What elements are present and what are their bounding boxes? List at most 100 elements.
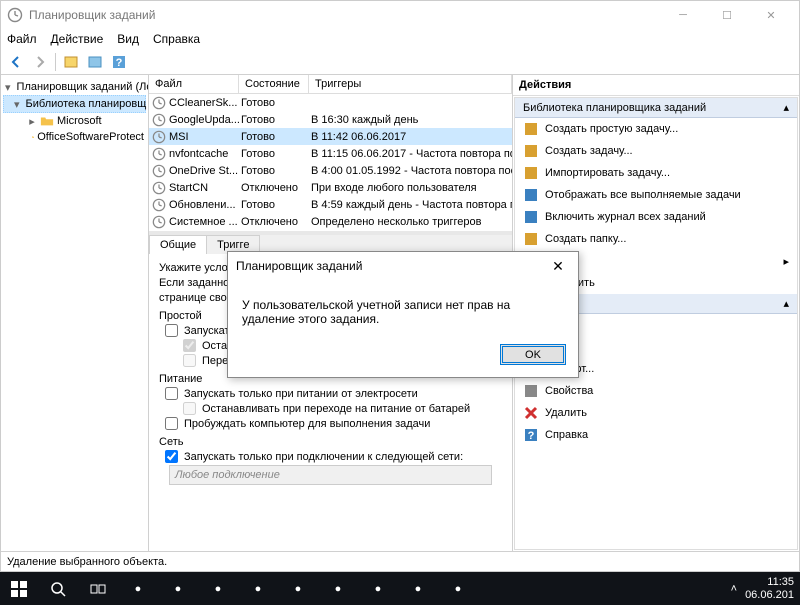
collapse-icon[interactable]: ▴ bbox=[783, 297, 789, 310]
chk-net-only[interactable] bbox=[165, 450, 178, 463]
task-row[interactable]: StartCNОтключеноПри входе любого пользов… bbox=[149, 179, 512, 196]
task-name: Обновлени... bbox=[169, 199, 241, 211]
tray-chevron-icon[interactable]: ˄ bbox=[731, 583, 737, 595]
toolbar: ? bbox=[1, 49, 799, 75]
tree-library[interactable]: ▾ Библиотека планировщ bbox=[3, 95, 146, 113]
menu-file[interactable]: Файл bbox=[7, 32, 37, 46]
svg-text:?: ? bbox=[528, 430, 535, 442]
task-row[interactable]: CCleanerSk...Готово bbox=[149, 94, 512, 111]
task-rows: CCleanerSk...ГотовоGoogleUpda...ГотовоВ … bbox=[149, 94, 512, 231]
tree-library-label: Библиотека планировщ bbox=[26, 98, 147, 110]
taskbar[interactable]: ● ● ● ● ● ● ● ● ● ˄ 11:35 06.06.201 bbox=[0, 572, 800, 605]
task-state: Готово bbox=[241, 199, 311, 211]
action-item[interactable]: Создать задачу... bbox=[515, 140, 797, 162]
task-state: Готово bbox=[241, 131, 311, 143]
action-icon bbox=[523, 231, 539, 247]
task-name: nvfontcache bbox=[169, 148, 241, 160]
close-button[interactable]: ✕ bbox=[749, 1, 793, 29]
taskbar-app[interactable]: ● bbox=[158, 572, 198, 605]
action-item[interactable]: ? Справка bbox=[515, 424, 797, 446]
action-icon bbox=[523, 405, 539, 421]
task-name: GoogleUpda... bbox=[169, 114, 241, 126]
status-text: Удаление выбранного объекта. bbox=[7, 556, 167, 568]
menu-help[interactable]: Справка bbox=[153, 32, 200, 46]
chevron-right-icon: ▸ bbox=[783, 255, 789, 268]
ok-button[interactable]: OK bbox=[500, 344, 566, 365]
col-triggers[interactable]: Триггеры bbox=[309, 75, 512, 93]
folder-icon bbox=[32, 130, 34, 144]
task-row[interactable]: Обновлени...ГотовоВ 4:59 каждый день - Ч… bbox=[149, 196, 512, 213]
action-label: Создать простую задачу... bbox=[545, 123, 678, 135]
action-icon bbox=[523, 143, 539, 159]
system-tray[interactable]: ˄ 11:35 06.06.201 bbox=[731, 576, 800, 600]
taskbar-app[interactable]: ● bbox=[398, 572, 438, 605]
col-state[interactable]: Состояние bbox=[239, 75, 309, 93]
task-row[interactable]: nvfontcacheГотовоВ 11:15 06.06.2017 - Ча… bbox=[149, 145, 512, 162]
clock-time: 11:35 bbox=[745, 576, 794, 588]
menu-view[interactable]: Вид bbox=[117, 32, 139, 46]
start-button[interactable] bbox=[0, 572, 38, 605]
tree-panel[interactable]: ▾ Планировщик заданий (Лок ▾ Библиотека … bbox=[1, 75, 149, 551]
action-label: Включить журнал всех заданий bbox=[545, 211, 706, 223]
task-row[interactable]: GoogleUpda...ГотовоВ 16:30 каждый день bbox=[149, 111, 512, 128]
dialog-close-button[interactable]: ✕ bbox=[546, 256, 570, 276]
net-label: Сеть bbox=[159, 436, 502, 448]
task-trigger: Определено несколько триггеров bbox=[311, 216, 512, 228]
task-trigger: В 4:59 каждый день - Частота повтора пос… bbox=[311, 199, 512, 211]
col-file[interactable]: Файл bbox=[149, 75, 239, 93]
help-button[interactable]: ? bbox=[108, 51, 130, 73]
statusbar: Удаление выбранного объекта. bbox=[1, 551, 799, 571]
action-item[interactable]: Включить журнал всех заданий bbox=[515, 206, 797, 228]
action-item[interactable]: Удалить bbox=[515, 402, 797, 424]
taskview-icon[interactable] bbox=[78, 572, 118, 605]
action-label: Справка bbox=[545, 429, 588, 441]
task-row[interactable]: Системное ...ОтключеноОпределено несколь… bbox=[149, 213, 512, 230]
action-item[interactable]: Отображать все выполняемые задачи bbox=[515, 184, 797, 206]
tb-icon-2[interactable] bbox=[84, 51, 106, 73]
actions-header: Действия bbox=[513, 75, 799, 96]
maximize-button[interactable]: ☐ bbox=[705, 1, 749, 29]
collapse-icon[interactable]: ▴ bbox=[783, 101, 789, 114]
folder-icon bbox=[40, 114, 54, 128]
action-icon bbox=[523, 121, 539, 137]
task-state: Готово bbox=[241, 97, 311, 109]
tree-child-microsoft[interactable]: ▸ Microsoft bbox=[3, 113, 146, 129]
action-item[interactable]: Создать папку... bbox=[515, 228, 797, 250]
tb-icon-1[interactable] bbox=[60, 51, 82, 73]
task-row[interactable]: OneDrive St...ГотовоВ 4:00 01.05.1992 - … bbox=[149, 162, 512, 179]
action-icon bbox=[523, 165, 539, 181]
taskbar-app[interactable]: ● bbox=[238, 572, 278, 605]
taskbar-app[interactable]: ● bbox=[118, 572, 158, 605]
task-name: CCleanerSk... bbox=[169, 97, 241, 109]
action-item[interactable]: Импортировать задачу... bbox=[515, 162, 797, 184]
task-row[interactable]: MSIГотовоВ 11:42 06.06.2017 bbox=[149, 128, 512, 145]
taskbar-app[interactable]: ● bbox=[278, 572, 318, 605]
tree-root-label: Планировщик заданий (Лок bbox=[17, 81, 149, 93]
taskbar-app[interactable]: ● bbox=[198, 572, 238, 605]
app-icon bbox=[7, 7, 23, 23]
window-title: Планировщик заданий bbox=[29, 8, 661, 22]
action-icon bbox=[523, 209, 539, 225]
chk-power-ac[interactable] bbox=[165, 387, 178, 400]
action-item[interactable]: Свойства bbox=[515, 380, 797, 402]
menu-action[interactable]: Действие bbox=[51, 32, 104, 46]
taskbar-app[interactable]: ● bbox=[358, 572, 398, 605]
minimize-button[interactable]: ─ bbox=[661, 1, 705, 29]
tab-general[interactable]: Общие bbox=[149, 235, 207, 254]
task-name: StartCN bbox=[169, 182, 241, 194]
forward-button[interactable] bbox=[29, 51, 51, 73]
action-item[interactable]: Создать простую задачу... bbox=[515, 118, 797, 140]
actions-section-library[interactable]: Библиотека планировщика заданий▴ bbox=[515, 98, 797, 118]
chk-run-idle[interactable] bbox=[165, 324, 178, 337]
task-list[interactable]: Файл Состояние Триггеры CCleanerSk...Гот… bbox=[149, 75, 512, 235]
taskbar-app[interactable]: ● bbox=[438, 572, 478, 605]
dialog-title: Планировщик заданий bbox=[236, 259, 546, 273]
tree-child-office[interactable]: OfficeSoftwareProtect bbox=[3, 129, 146, 145]
search-icon[interactable] bbox=[38, 572, 78, 605]
chk-power-wake[interactable] bbox=[165, 417, 178, 430]
net-dropdown[interactable]: Любое подключение bbox=[169, 465, 492, 485]
chk-restart-idle bbox=[183, 354, 196, 367]
tree-root[interactable]: ▾ Планировщик заданий (Лок bbox=[3, 79, 146, 95]
back-button[interactable] bbox=[5, 51, 27, 73]
taskbar-app[interactable]: ● bbox=[318, 572, 358, 605]
